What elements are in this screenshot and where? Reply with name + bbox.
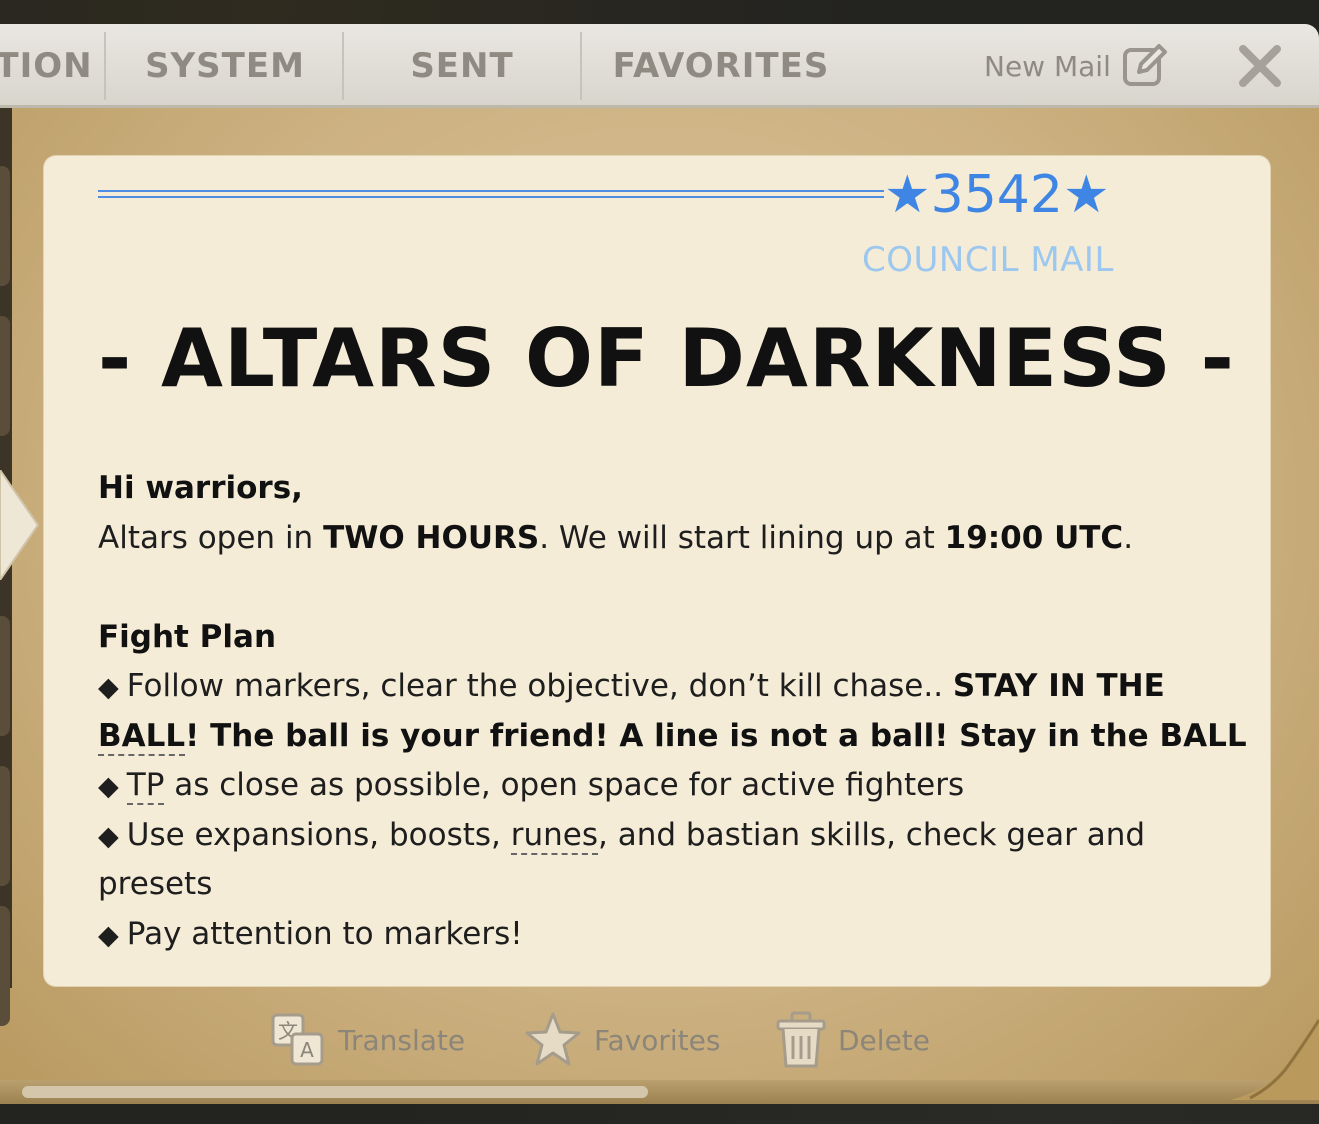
- sender-type-label: COUNCIL MAIL: [862, 240, 1114, 280]
- diamond-bullet-icon: ◆: [98, 771, 119, 802]
- diamond-bullet-icon: ◆: [98, 820, 119, 852]
- edit-icon: [1122, 44, 1167, 86]
- tab-notification[interactable]: TION: [0, 24, 94, 108]
- delete-label: Delete: [838, 1023, 930, 1057]
- glossary-term[interactable]: BALL: [98, 717, 186, 756]
- bullet-text: Use expansions, boosts,: [126, 816, 511, 853]
- close-icon: [1239, 45, 1281, 87]
- bullet-continuation: presets: [98, 866, 213, 902]
- bullet-text: Follow markers, clear the objective, don…: [126, 668, 953, 704]
- collapse-arrow-icon[interactable]: [0, 470, 40, 580]
- new-mail-label: New Mail: [984, 49, 1111, 83]
- bullet-text: , and bastian skills, check gear and: [598, 816, 1146, 853]
- tab-system[interactable]: SYSTEM: [106, 24, 344, 108]
- tab-favorites[interactable]: FAVORITES: [582, 24, 860, 108]
- close-button[interactable]: [1230, 36, 1290, 96]
- diamond-bullet-icon: ◆: [98, 919, 119, 951]
- greeting: Hi warriors,: [98, 470, 303, 506]
- translate-icon: 文 A: [271, 1013, 324, 1066]
- favorites-label: Favorites: [594, 1023, 721, 1057]
- mail-list-item[interactable]: [0, 166, 10, 286]
- bullet-item: ◆ Follow markers, clear the objective, do…: [98, 662, 1218, 712]
- translate-label: Translate: [338, 1023, 466, 1057]
- bullet-text: as close as possible, open space for act…: [164, 767, 965, 803]
- page-curl: [1230, 1019, 1319, 1100]
- intro-time: 19:00 UTC: [944, 519, 1124, 556]
- intro-text: Altars open in: [98, 519, 324, 556]
- bullet-emphasis: ! The ball is your friend! A line is not…: [185, 717, 1247, 754]
- bullet-continuation: BALL! The ball is your friend! A line is…: [98, 712, 1247, 762]
- plan-heading: Fight Plan: [98, 618, 277, 655]
- intro-text: .: [1123, 519, 1134, 556]
- bullet-emphasis: STAY IN THE: [952, 668, 1165, 704]
- mail-title: - ALTARS OF DARKNESS -: [98, 312, 1235, 405]
- bullet-item: ◆ TP as close as possible, open space for…: [98, 761, 1218, 811]
- mail-list-item[interactable]: [0, 316, 10, 436]
- glossary-term[interactable]: runes: [510, 816, 599, 855]
- mail-list-item[interactable]: [0, 616, 10, 736]
- mail-list-item[interactable]: [0, 906, 10, 1026]
- star-icon: [525, 1012, 581, 1066]
- trash-icon: [776, 1011, 826, 1068]
- tab-sent[interactable]: SENT: [344, 24, 580, 108]
- bullet-text: Pay attention to markers!: [126, 915, 523, 952]
- bullet-item: ◆ Pay attention to markers!: [98, 910, 1218, 960]
- bullet-item: ◆ Use expansions, boosts, runes, and bast…: [98, 811, 1218, 861]
- horizontal-scrollbar[interactable]: [22, 1086, 648, 1098]
- favorites-button[interactable]: Favorites: [524, 1010, 720, 1070]
- sender-badge: ★3542★: [884, 165, 1110, 225]
- mail-body: Hi warriors, Altars open in TWO HOURS. W…: [98, 464, 1247, 960]
- diamond-bullet-icon: ◆: [98, 672, 119, 703]
- intro-emphasis: TWO HOURS: [323, 519, 540, 556]
- new-mail-button[interactable]: New Mail: [984, 24, 1169, 108]
- delete-button[interactable]: Delete: [776, 1010, 930, 1070]
- svg-text:A: A: [300, 1038, 314, 1062]
- translate-button[interactable]: 文 A Translate: [270, 1010, 465, 1070]
- glossary-term[interactable]: TP: [126, 767, 165, 805]
- intro-line: Altars open in TWO HOURS. We will start …: [98, 514, 1218, 564]
- header-rule: [98, 190, 884, 198]
- intro-text: . We will start lining up at: [539, 519, 945, 556]
- mail-list-item[interactable]: [0, 766, 10, 886]
